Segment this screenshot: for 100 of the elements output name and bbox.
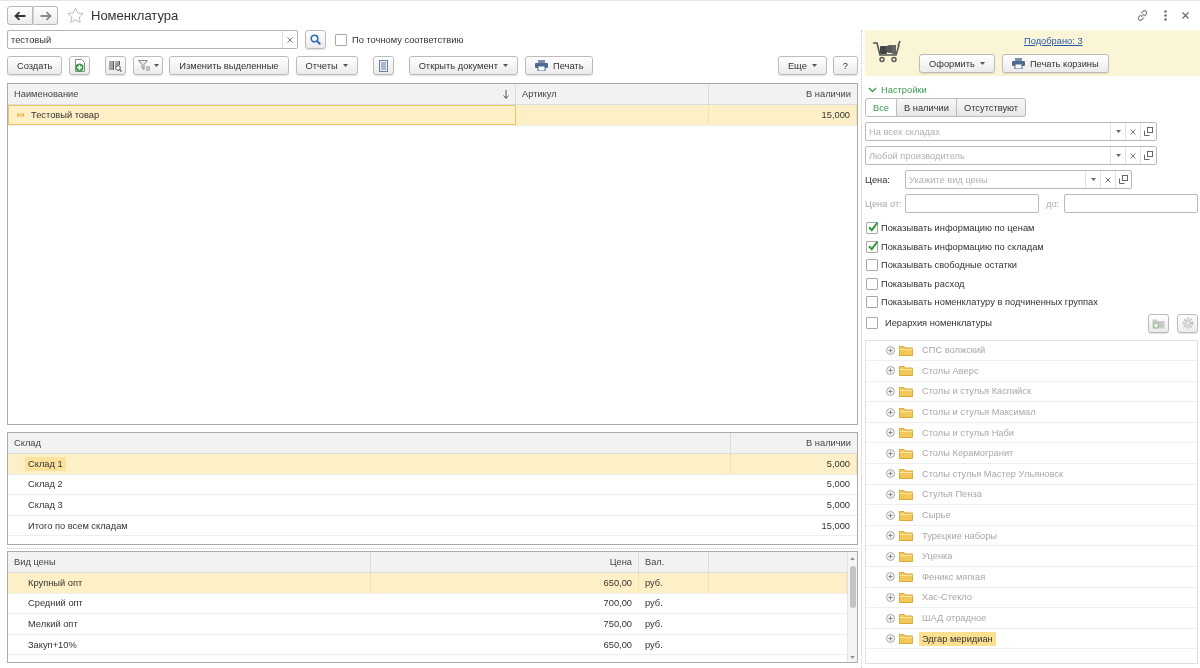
section-title[interactable]: Настройки <box>881 85 927 95</box>
expand-icon[interactable] <box>886 510 895 520</box>
open-icon[interactable] <box>1144 151 1153 160</box>
more-icon[interactable] <box>1164 10 1167 21</box>
checkbox-label: Показывать информацию по складам <box>881 241 1044 252</box>
check-icon <box>867 221 879 234</box>
table-cell-text: 750,00 <box>602 618 633 631</box>
table-row[interactable]: Мелкий опт 750,00 руб. <box>8 614 847 635</box>
dropdown-icon[interactable] <box>1115 154 1121 157</box>
expand-icon[interactable] <box>886 428 895 438</box>
column-header[interactable]: В наличии <box>731 433 857 453</box>
table-row[interactable]: Крупный опт 650,00 руб. <box>8 573 847 594</box>
group-label[interactable]: Эдгар меридиан <box>919 631 996 646</box>
checkbox[interactable] <box>866 240 878 253</box>
scroll-up-icon[interactable] <box>850 557 855 560</box>
checkbox[interactable] <box>866 296 878 309</box>
open-icon[interactable] <box>1144 127 1153 136</box>
filter-button[interactable] <box>133 56 164 75</box>
expand-icon[interactable] <box>886 387 895 396</box>
price-from-field[interactable] <box>905 194 1039 213</box>
expand-icon[interactable] <box>886 448 895 458</box>
checkbox[interactable] <box>866 317 878 329</box>
filter-tab[interactable]: Все <box>865 98 898 117</box>
filter-tab[interactable]: Отсутствуют <box>956 98 1027 117</box>
expand-icon[interactable] <box>886 613 895 623</box>
back-button[interactable] <box>7 6 33 25</box>
open-icon[interactable] <box>1119 175 1128 184</box>
table-cell-text: 700,00 <box>602 597 633 611</box>
table-row[interactable]: Закуп+10% 650,00 руб. <box>8 634 847 656</box>
table-row[interactable]: Склад 2 5,000 <box>8 474 857 496</box>
table-row[interactable]: Склад 1 5,000 <box>8 454 857 475</box>
barcode-button[interactable] <box>105 56 127 75</box>
checkbox[interactable] <box>866 222 878 235</box>
print-button[interactable]: Печать <box>525 56 594 75</box>
column-header[interactable]: В наличии <box>709 84 857 104</box>
column-header[interactable]: Цена <box>371 552 639 572</box>
link-icon[interactable] <box>1136 9 1149 22</box>
print-cart-button[interactable]: Печать корзины <box>1001 54 1109 73</box>
column-header[interactable]: Артикул <box>516 84 709 104</box>
scrollbar[interactable] <box>847 552 857 662</box>
copy-button[interactable] <box>69 56 91 75</box>
expand-icon[interactable] <box>886 634 895 644</box>
field-label: Цена: <box>865 174 891 185</box>
table-cell-text: Средний опт <box>27 597 84 611</box>
open-document-button[interactable]: Открыть документ <box>408 56 518 75</box>
search-field[interactable]: тестовый <box>7 30 298 49</box>
star-icon[interactable] <box>67 7 84 24</box>
expand-icon[interactable] <box>886 407 895 417</box>
table-row[interactable]: Склад 3 5,000 <box>8 495 857 516</box>
column-header[interactable]: Вал. <box>639 552 709 572</box>
table-cell-text: Закуп+10% <box>27 638 78 652</box>
column-header[interactable]: Вид цены <box>8 552 371 572</box>
checkbox[interactable] <box>866 259 878 272</box>
dropdown-icon[interactable] <box>1115 130 1121 133</box>
table-row[interactable]: Тестовый товар 15,000 <box>8 105 857 126</box>
selected-count-link[interactable]: Подобрано: 3 <box>1024 36 1083 48</box>
search-button[interactable] <box>305 30 326 49</box>
table-cell-text: руб. <box>644 618 664 631</box>
document-button[interactable] <box>372 56 394 75</box>
settings-button[interactable] <box>1177 313 1198 333</box>
scrollbar-thumb[interactable] <box>849 566 856 608</box>
barcode-icon <box>109 59 123 72</box>
reports-button[interactable]: Отчеты <box>295 56 358 75</box>
expand-icon[interactable] <box>886 551 895 561</box>
checkbox[interactable] <box>335 33 347 46</box>
checkout-button[interactable]: Оформить <box>919 54 995 73</box>
create-button[interactable]: Создать <box>7 56 63 75</box>
dropdown-icon[interactable] <box>1090 178 1096 181</box>
edit-selected-button[interactable]: Изменить выделенные <box>169 56 289 75</box>
cart-icon <box>872 40 902 63</box>
close-icon[interactable] <box>1182 12 1189 19</box>
expand-icon[interactable] <box>886 572 895 582</box>
printer-icon <box>535 60 548 71</box>
column-header[interactable]: Склад <box>8 433 731 453</box>
expand-icon[interactable] <box>886 469 895 479</box>
more-button[interactable]: Еще <box>777 56 827 75</box>
scroll-down-icon[interactable] <box>850 656 855 659</box>
clear-icon[interactable] <box>1130 152 1136 159</box>
checkbox-label: Иерархия номенклатуры <box>885 318 993 328</box>
price-to-field[interactable] <box>1064 194 1198 213</box>
chevron-down-icon[interactable] <box>868 87 877 93</box>
expand-icon[interactable] <box>886 345 895 355</box>
document-plus-icon <box>73 59 86 72</box>
expand-icon[interactable] <box>886 531 895 541</box>
clear-icon[interactable] <box>1130 128 1136 135</box>
expand-icon[interactable] <box>886 592 895 602</box>
checkbox-label: Показывать расход <box>881 278 965 289</box>
table-row[interactable]: Итого по всем складам 15,000 <box>8 515 857 537</box>
add-group-button[interactable] <box>1148 313 1169 333</box>
column-header[interactable]: Наименование <box>8 84 516 104</box>
filter-tab[interactable]: В наличии <box>897 98 957 117</box>
clear-icon[interactable] <box>287 36 293 43</box>
check-icon <box>867 239 879 252</box>
expand-icon[interactable] <box>886 489 895 499</box>
clear-icon[interactable] <box>1105 176 1111 183</box>
expand-icon[interactable] <box>886 366 895 376</box>
folder-plus-icon <box>1152 317 1165 329</box>
help-button[interactable]: ? <box>832 56 858 75</box>
checkbox[interactable] <box>866 277 878 290</box>
table-row[interactable]: Средний опт 700,00 руб. <box>8 593 847 615</box>
